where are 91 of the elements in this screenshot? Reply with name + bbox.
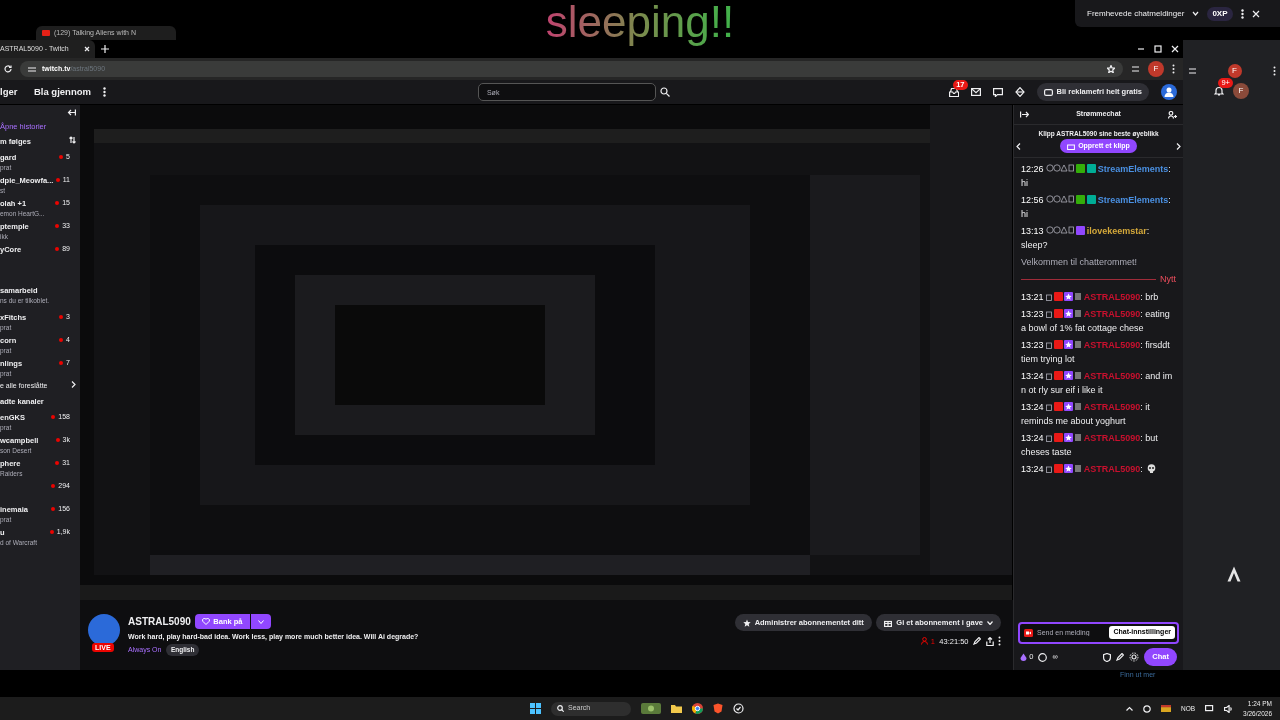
chat-message: 13:13 ilovekeemstar: sleep? (1021, 224, 1151, 253)
clip-icon (1067, 142, 1076, 150)
star-icon (742, 618, 751, 627)
profile-avatar[interactable]: F (1227, 64, 1242, 78)
chat-message: 12:56 StreamElements: hi (1021, 193, 1172, 222)
network-icon[interactable] (1205, 704, 1215, 713)
reload-icon[interactable] (4, 65, 12, 73)
search-icon[interactable] (660, 87, 671, 97)
caret-icon (257, 619, 264, 624)
maximize-icon[interactable] (1153, 45, 1162, 53)
star-icon[interactable] (1107, 65, 1115, 73)
broadcaster-badge-icon (1053, 292, 1082, 302)
subscriber-badge-icon (1075, 226, 1085, 236)
shield-icon[interactable] (1103, 652, 1112, 662)
popup-title: Fremhevede chatmeldinger (1087, 7, 1185, 20)
settings-icon[interactable] (1129, 652, 1140, 662)
sort-icon[interactable] (68, 136, 76, 145)
channel-name[interactable]: ASTRAL5090 (128, 614, 191, 630)
chat-bubble-icon[interactable] (992, 87, 1003, 97)
kebab-icon[interactable] (1272, 66, 1276, 76)
mail-icon[interactable] (970, 88, 981, 96)
delete-icon[interactable] (1045, 341, 1052, 350)
chevron-right-icon[interactable] (1175, 142, 1181, 150)
browser-icon[interactable] (692, 703, 703, 714)
chat-message: 13:24 ASTRAL5090: and im n ot rly sur eif i like it (1021, 370, 1174, 398)
dropdown-button[interactable] (250, 614, 271, 630)
inbox-icon[interactable] (948, 87, 959, 97)
kebab-icon[interactable] (102, 87, 106, 97)
verified-badge-icon (1075, 195, 1096, 205)
chevron-left-icon[interactable] (1016, 142, 1022, 150)
collapse-icon[interactable] (66, 109, 76, 116)
broadcaster-badge-icon (1053, 464, 1082, 474)
person-icon (921, 637, 929, 646)
broadcaster-badge-icon (1053, 371, 1082, 381)
new-tab-icon[interactable] (101, 45, 109, 53)
bell-icon[interactable] (1214, 85, 1224, 96)
broadcaster-badge-icon (1053, 309, 1082, 319)
user-avatar-icon[interactable] (1161, 84, 1177, 100)
start-icon[interactable] (530, 703, 541, 714)
widget-icon[interactable] (641, 703, 661, 714)
broadcaster-badge-icon (1053, 402, 1082, 412)
logo-icon (1227, 566, 1241, 582)
search-icon (557, 705, 564, 712)
chevron-down-icon[interactable] (1192, 11, 1200, 16)
delete-icon[interactable] (1045, 372, 1052, 381)
video-icon (42, 30, 50, 36)
delete-icon[interactable] (1045, 465, 1052, 474)
pencil-icon[interactable] (973, 637, 981, 646)
delete-icon[interactable] (1045, 403, 1052, 412)
share-icon[interactable] (985, 636, 994, 646)
channel-avatar[interactable] (88, 614, 120, 646)
collapse-icon[interactable] (1020, 111, 1029, 118)
chat-message: 13:24 ASTRAL5090: (1021, 462, 1176, 477)
caret-icon (987, 620, 993, 625)
broadcaster-badge-icon (1053, 433, 1082, 443)
shield-app-icon[interactable] (713, 703, 723, 714)
kebab-icon[interactable] (998, 636, 1001, 647)
chat-message: 12:26 StreamElements: hi (1021, 162, 1172, 191)
nav-link[interactable]: Bla gjennom (33, 84, 91, 100)
kebab-icon[interactable] (1240, 8, 1244, 19)
chevron-up-icon[interactable] (1126, 706, 1133, 711)
chat-message: 13:24 ASTRAL5090: it reminds me about yoghurt (1021, 401, 1151, 429)
minimize-icon[interactable] (1136, 45, 1145, 53)
close-icon[interactable] (1170, 45, 1179, 53)
chat-message: 13:21 ASTRAL5090: brb (1021, 291, 1160, 305)
new-messages-label: Nytt (1160, 273, 1176, 287)
chat-message: 13:23 ASTRAL5090: firsddt tiem trying lot (1021, 339, 1171, 367)
volume-icon[interactable] (1224, 704, 1234, 713)
xp-badge: 0XP (1207, 6, 1233, 21)
chevron-right-icon[interactable] (70, 381, 76, 388)
tv-icon (1043, 88, 1053, 96)
kebab-icon[interactable] (1172, 64, 1175, 74)
gift-icon (884, 618, 893, 627)
close-icon[interactable] (84, 46, 90, 52)
chat-message: 13:24 ASTRAL5090: but cheses taste (1021, 432, 1159, 460)
broadcaster-badge-icon (1053, 340, 1082, 350)
verified-badge-icon (1075, 164, 1096, 174)
chat-notice: Velkommen til chatterommet! (1021, 256, 1139, 270)
pencil-icon[interactable] (1116, 653, 1125, 661)
chat-message: 13:23 ASTRAL5090: eating a bowl of 1% fat cottage chese (1021, 308, 1171, 336)
delete-icon[interactable] (1045, 434, 1052, 443)
heart-icon (202, 618, 211, 626)
users-icon[interactable] (1168, 110, 1177, 119)
profile-avatar[interactable]: F (1148, 61, 1164, 77)
folder-icon[interactable] (671, 704, 682, 713)
profile-avatar[interactable]: F (1233, 82, 1249, 99)
circle-icon[interactable] (1038, 652, 1048, 662)
circle-app-icon[interactable] (733, 703, 744, 714)
nav-link[interactable]: lger (0, 84, 18, 100)
close-icon[interactable] (1251, 9, 1260, 18)
video-icon (1024, 629, 1033, 637)
